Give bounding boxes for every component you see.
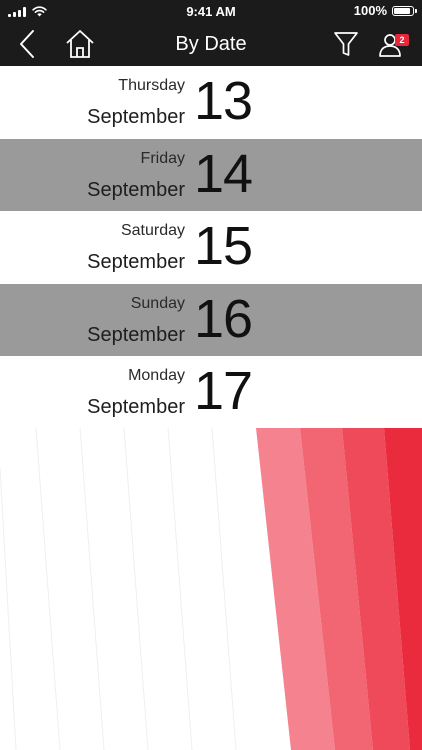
- weekday-label: Monday: [128, 367, 185, 384]
- status-bar: 9:41 AM 100%: [0, 0, 422, 22]
- home-button[interactable]: [60, 22, 100, 66]
- month-label: September: [87, 178, 185, 201]
- battery-percent: 100%: [353, 3, 387, 18]
- profile-icon-wrap: 2: [377, 29, 409, 59]
- battery-icon: [392, 5, 417, 16]
- date-list: Thursday September 13 Friday September 14 Satu…: [0, 66, 422, 429]
- weekday-label: Friday: [140, 149, 185, 167]
- weekday-label: Sunday: [130, 294, 185, 312]
- profile-button[interactable]: 2: [372, 22, 412, 66]
- day-number: 17: [194, 361, 253, 421]
- day-number: 15: [194, 216, 253, 276]
- screen: 9:41 AM 100% By Date 2 Thursday Septembe…: [0, 0, 422, 750]
- filter-icon: [334, 32, 358, 56]
- date-row[interactable]: Friday September 14: [0, 138, 422, 211]
- weekday-label: Saturday: [120, 222, 185, 239]
- day-number: 13: [194, 71, 253, 131]
- day-number: 14: [194, 143, 253, 204]
- status-right: 100%: [353, 3, 417, 18]
- weekday-label: Thursday: [118, 77, 185, 94]
- month-label: September: [87, 251, 185, 273]
- filter-button[interactable]: [328, 22, 364, 66]
- light-diagonal-lines: [0, 428, 237, 750]
- date-row[interactable]: Monday September 17: [0, 356, 422, 429]
- month-label: September: [87, 106, 185, 128]
- notification-badge: 2: [395, 34, 409, 46]
- date-row[interactable]: Sunday September 16: [0, 283, 422, 356]
- back-button[interactable]: [10, 22, 46, 66]
- nav-bar: By Date 2: [0, 22, 422, 66]
- date-row[interactable]: Thursday September 13: [0, 66, 422, 139]
- date-row[interactable]: Saturday September 15: [0, 211, 422, 284]
- month-label: September: [87, 396, 185, 418]
- month-label: September: [87, 323, 185, 346]
- day-number: 16: [194, 288, 253, 349]
- battery-level: [394, 7, 410, 14]
- back-chevron-icon: [20, 30, 34, 58]
- home-icon: [66, 30, 94, 58]
- decorative-stripes-background: [0, 428, 422, 750]
